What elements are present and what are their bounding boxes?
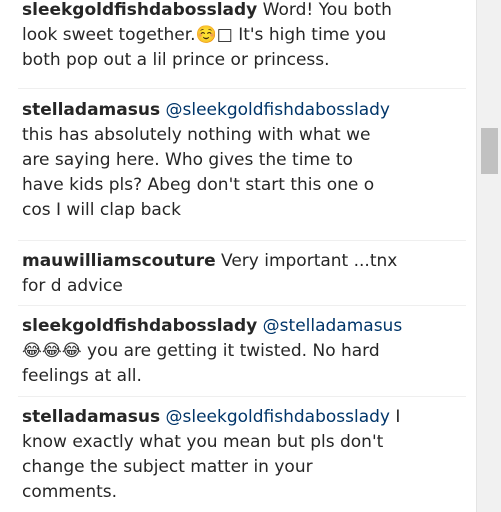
divider (18, 396, 466, 397)
scrollbar-thumb[interactable] (481, 128, 498, 174)
comment-line: stelladamasus @sleekgoldfishdabosslady (22, 98, 462, 123)
comment-username[interactable]: mauwilliamscouture (22, 251, 216, 271)
comment-username[interactable]: sleekgoldfishdabosslady (22, 0, 257, 20)
laughing-emoji-icon: 😂😂😂 (22, 341, 82, 361)
divider (18, 305, 466, 306)
comment-text: you are getting it twisted. No hard (81, 341, 380, 361)
comment-item: mauwilliamscouture Very important ...tnx… (22, 249, 462, 299)
comment-line: sleekgoldfishdabosslady @stelladamasus (22, 314, 462, 339)
comment-text: cos I will clap back (22, 200, 181, 220)
comment-username[interactable]: stelladamasus (22, 407, 160, 427)
comment-text: for d advice (22, 276, 123, 296)
comment-mention[interactable]: @sleekgoldfishdabosslady (165, 100, 390, 120)
comment-item: sleekgoldfishdabosslady Word! You both l… (22, 0, 462, 73)
comment-mention[interactable]: @stelladamasus (263, 316, 403, 336)
comment-text: Very important ...tnx (215, 251, 398, 271)
comment-line: sleekgoldfishdabosslady Word! You both (22, 0, 462, 23)
comment-username[interactable]: sleekgoldfishdabosslady (22, 316, 257, 336)
comment-item: stelladamasus @sleekgoldfishdabosslady I… (22, 405, 462, 505)
comment-text: this has absolutely nothing with what we (22, 125, 371, 145)
comment-text: feelings at all. (22, 366, 142, 386)
comment-item: sleekgoldfishdabosslady @stelladamasus 😂… (22, 314, 462, 389)
comment-text: have kids pls? Abeg don't start this one… (22, 175, 375, 195)
comment-text: are saying here. Who gives the time to (22, 150, 353, 170)
divider (18, 88, 466, 89)
divider (18, 240, 466, 241)
comment-text: change the subject matter in your (22, 457, 313, 477)
comment-username[interactable]: stelladamasus (22, 100, 160, 120)
comment-text: both pop out a lil prince or princess. (22, 50, 330, 70)
comment-mention[interactable]: @sleekgoldfishdabosslady (165, 407, 390, 427)
comment-text: Word! You both (257, 0, 392, 20)
comment-text: know exactly what you mean but pls don't (22, 432, 384, 452)
comment-text: I (389, 407, 401, 427)
comment-item: stelladamasus @sleekgoldfishdabosslady t… (22, 98, 462, 223)
comment-list: sleekgoldfishdabosslady Word! You both l… (0, 0, 470, 512)
scrollbar-track[interactable] (476, 0, 501, 512)
comment-text: comments. (22, 482, 118, 502)
comment-line: 😂😂😂 you are getting it twisted. No hard (22, 339, 462, 364)
comment-line: stelladamasus @sleekgoldfishdabosslady I (22, 405, 462, 430)
comment-line: mauwilliamscouture Very important ...tnx (22, 249, 462, 274)
comment-text: look sweet together.☺️□ It's high time y… (22, 25, 387, 45)
